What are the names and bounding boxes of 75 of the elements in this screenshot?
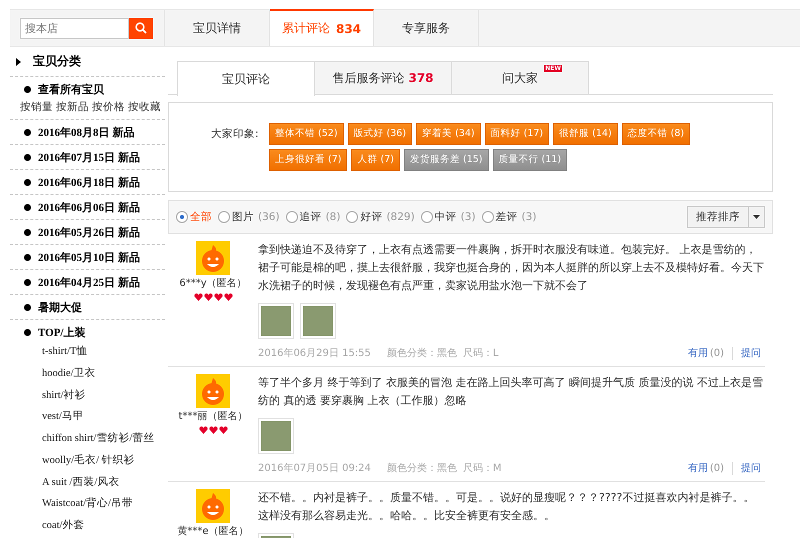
bullet-icon [24, 178, 31, 186]
review-date: 2016年06月29日 15:55 [258, 347, 371, 360]
filter-radio[interactable]: 好评 (829) [346, 210, 415, 224]
bullet-icon [24, 128, 31, 136]
filter-radio[interactable]: 中评 (3) [420, 210, 476, 224]
category-link[interactable]: 2016年07月15日 新品 [38, 150, 140, 164]
review-text: 还不错。。内衬是裤子。。质量不错。。可是。。说好的显瘦呢？？？????不过挺喜欢内衬是裤子。。这样没有那么容易走光。。哈哈。。比安全裤更有安全感。。 [258, 490, 756, 524]
sidebar-title: 宝贝分类 [33, 53, 81, 70]
ask-link[interactable]: 提问 [732, 462, 761, 475]
username: t***丽（匿名） [178, 410, 248, 423]
avatar-icon [196, 374, 230, 408]
bullet-icon [24, 328, 31, 336]
category-link[interactable]: 暑期大促 [38, 300, 82, 314]
useful-link[interactable]: 有用 [688, 462, 708, 475]
subcategory-link[interactable]: vest/马甲 [10, 406, 165, 428]
bullet-icon [24, 278, 31, 286]
filter-radio[interactable]: 图片 (36) [218, 210, 280, 224]
filter-radio[interactable]: 追评 (8) [286, 210, 340, 224]
useful-link[interactable]: 有用 [688, 347, 708, 360]
review-date: 2016年07月05日 09:24 [258, 462, 371, 475]
avatar-icon [196, 241, 230, 275]
color-option: 颜色分类：黑色 [386, 347, 457, 360]
sort-link[interactable]: 按收藏 [128, 101, 161, 114]
tab[interactable]: 售后服务评论 378 [314, 61, 452, 94]
bullet-icon [24, 204, 31, 210]
category-link[interactable]: 2016年06月06日 新品 [38, 200, 140, 214]
bullet-icon [24, 86, 31, 92]
sort-link[interactable]: 按新品 [56, 101, 89, 114]
category-link[interactable]: 2016年06月18日 新品 [38, 174, 140, 190]
category-link[interactable]: 2016年05月10日 新品 [38, 250, 140, 264]
subcategory-link[interactable]: shirt/衬衫 [10, 384, 165, 406]
category-link[interactable]: TOP/上装 [38, 324, 86, 340]
sort-link[interactable]: 按价格 [92, 101, 125, 114]
tab[interactable]: 专享服务 [374, 10, 479, 46]
triangle-icon [16, 58, 21, 66]
subcategory-link[interactable]: woolly/毛衣/ 针织衫 [10, 450, 165, 472]
photo-placeholder[interactable] [300, 303, 336, 339]
tab[interactable]: 宝贝评论 [177, 61, 315, 96]
size-option: 尺码：M [462, 462, 502, 475]
category-link[interactable]: 2016年05月26日 新品 [38, 224, 140, 240]
ask-link[interactable]: 提问 [732, 347, 761, 360]
username: 6***y（匿名） [179, 277, 247, 290]
search-button[interactable] [129, 18, 153, 38]
subcategory-link[interactable]: Waistcoat/背心/吊带 [10, 493, 165, 515]
new-badge: NEW [544, 65, 562, 72]
bullet-icon [24, 304, 31, 310]
useful-count: (0) [710, 462, 724, 475]
useful-count: (0) [710, 347, 724, 360]
bullet-icon [24, 254, 31, 260]
avatar-icon [196, 489, 230, 523]
category-link[interactable]: 2016年08月8日 新品 [38, 124, 134, 140]
filter-radio[interactable]: 差评 (3) [482, 210, 536, 224]
impressions-label: 大家印象: [211, 127, 260, 142]
bullet-icon [24, 154, 31, 160]
subcategory-link[interactable]: hoodie/卫衣 [10, 362, 165, 384]
color-option: 颜色分类：黑色 [386, 462, 457, 475]
subcategory-link[interactable]: A suit /西装/风衣 [10, 472, 165, 494]
sort-link[interactable]: 按销量 [20, 101, 53, 114]
bullet-icon [24, 228, 31, 236]
subcategory-link[interactable]: coat/外套 [10, 515, 165, 537]
search-field[interactable]: 搜本店 [20, 18, 129, 38]
subcategory-link[interactable]: t-shirt/T恤 [10, 341, 165, 363]
category-link[interactable]: 2016年04月25日 新品 [38, 274, 140, 290]
sort-button[interactable]: 推荐排序 [688, 207, 748, 227]
photo-placeholder[interactable] [258, 303, 294, 339]
photo-placeholder[interactable] [258, 418, 294, 454]
category-link[interactable]: 查看所有宝贝 [38, 82, 104, 96]
size-option: 尺码：L [462, 347, 498, 360]
caret-icon [753, 215, 760, 219]
subcategory-link[interactable]: chiffon shirt/雪纺衫/蕾丝 [10, 428, 165, 450]
dropdown-button[interactable] [748, 207, 764, 227]
review-text: 等了半个多月 终于等到了 衣服美的冒泡 走在路上回头率可高了 瞬间提升气质 质量没的说 不过上衣是雪纺的 真的透 要穿裹胸 上衣（工作服）忽略 [258, 375, 764, 409]
username: 黄***e（匿名） [177, 525, 249, 538]
search-icon [135, 22, 147, 34]
review-text: 拿到快递迫不及待穿了，上衣有点透需要一件裹胸，拆开时衣服没有味道。包装完好。 上衣是雪纺的，裙子可能是棉的吧，摸上去很舒服，我穿也挺合身的，因为本人挺胖的所以穿上去不及模特好看。今天下水洗裙子的时候，发现褪色有点严重，卖家说用盐水泡一下就不会了 [258, 242, 765, 294]
